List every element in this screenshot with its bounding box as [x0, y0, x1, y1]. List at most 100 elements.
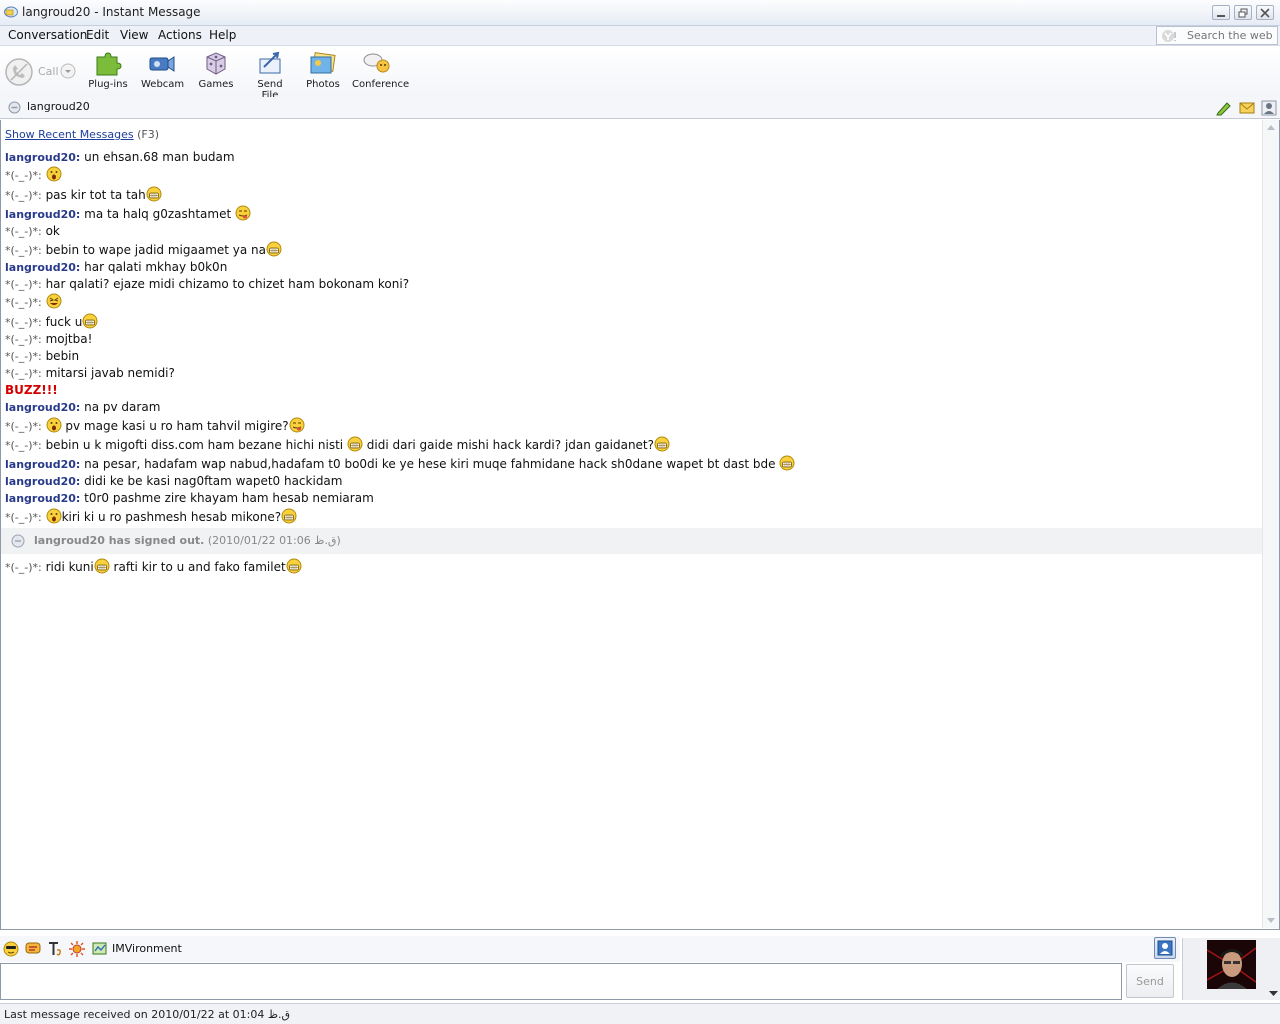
avatar[interactable] [1207, 940, 1256, 989]
message-text: fuck u [45, 315, 83, 329]
messenger-app-icon [4, 6, 18, 18]
imvironment-label[interactable]: IMVironment [112, 942, 182, 955]
title-bar: langroud20 - Instant Message [0, 0, 1280, 26]
message-input[interactable] [1, 964, 1121, 999]
message-text: ok [45, 224, 60, 238]
message-row: langroud20: har qalati mkhay b0k0n [5, 260, 227, 274]
conference-icon [363, 53, 390, 73]
message-row: langroud20: na pv daram [5, 400, 160, 414]
recent-messages-shortcut: (F3) [137, 128, 160, 141]
message-row: *(-_-)*: fuck u [5, 313, 98, 329]
minimize-button[interactable] [1212, 5, 1230, 20]
menu-bar: Conversation Edit View Actions Help [0, 26, 1280, 46]
plugins-button[interactable]: Plug-ins [88, 51, 128, 90]
message-text: har qalati? ejaze midi chizamo to chizet… [45, 277, 410, 291]
avatar-dropdown-icon[interactable] [1269, 991, 1278, 997]
status-bar: Last message received on 2010/01/22 at 0… [0, 1003, 1280, 1024]
menu-help[interactable]: Help [209, 28, 236, 42]
sender-them: langroud20: [5, 151, 81, 164]
imvironment-icon[interactable] [92, 941, 108, 957]
message-text: bebin [45, 349, 80, 363]
signout-notice: langroud20 has signed out. (2010/01/22 0… [1, 528, 1263, 554]
message-text: pv mage kasi u ro ham tahvil migire? [61, 419, 289, 433]
menu-conversation[interactable]: Conversation [8, 28, 87, 42]
scroll-up-icon[interactable] [1267, 124, 1275, 130]
sender-them: langroud20: [5, 492, 81, 505]
message-row: *(-_-)*: ridi kuni rafti kir to u and fa… [5, 558, 302, 574]
web-search-input[interactable] [1187, 28, 1275, 43]
mail-icon[interactable] [1238, 100, 1256, 116]
phone-icon[interactable] [4, 57, 34, 87]
message-row: *(-_-)*: [5, 293, 62, 309]
menu-actions[interactable]: Actions [158, 28, 202, 42]
tongue-emoticon-icon [235, 205, 251, 221]
conference-label: Conference [352, 79, 410, 90]
plugins-label: Plug-ins [88, 79, 128, 90]
games-button[interactable]: Games [196, 51, 236, 90]
surprised-emoticon-icon [46, 508, 62, 524]
message-text: pas kir tot ta tah [45, 188, 146, 202]
grin-emoticon-icon [779, 455, 795, 471]
sender-them: langroud20: [5, 261, 81, 274]
scroll-down-icon[interactable] [1267, 918, 1275, 924]
sender-me: *(-_-)*: [5, 561, 42, 574]
conference-button[interactable]: Conference [352, 51, 409, 90]
menu-view[interactable]: View [120, 28, 148, 42]
send-button[interactable]: Send [1126, 964, 1174, 998]
message-history[interactable]: Show Recent Messages (F3) langroud20: un… [0, 120, 1280, 930]
history-scrollbar[interactable] [1262, 120, 1279, 928]
contact-name[interactable]: langroud20 [27, 100, 90, 113]
webcam-label: Webcam [141, 79, 185, 90]
message-text: har qalati mkhay b0k0n [84, 260, 228, 274]
message-row: *(-_-)*: pv mage kasi u ro ham tahvil mi… [5, 417, 305, 433]
minimize-icon [1217, 15, 1225, 17]
sender-me: *(-_-)*: [5, 316, 42, 329]
show-recent-messages-link[interactable]: Show Recent Messages [5, 128, 134, 141]
webcam-icon [149, 56, 175, 72]
message-row: *(-_-)*: bebin to wape jadid migaamet ya… [5, 241, 282, 257]
display-image-panel [1182, 938, 1280, 1000]
webcam-button[interactable]: Webcam [141, 51, 185, 90]
cool-emoticon-icon[interactable] [3, 941, 19, 957]
sender-me: *(-_-)*: [5, 244, 42, 257]
recent-messages: Show Recent Messages (F3) [5, 128, 159, 141]
message-text: na pv daram [84, 400, 161, 414]
message-row: langroud20: un ehsan.68 man budam [5, 150, 235, 164]
sender-me: *(-_-)*: [5, 367, 42, 380]
contact-details-button[interactable] [1154, 937, 1176, 959]
message-input-box[interactable] [0, 963, 1122, 1000]
restore-button[interactable] [1234, 5, 1252, 20]
message-row: langroud20: ma ta halq g0zashtamet [5, 205, 251, 221]
window-title: langroud20 - Instant Message [22, 5, 201, 19]
message-row: langroud20: t0r0 pashme zire khayam ham … [5, 491, 374, 505]
grin-emoticon-icon [286, 558, 302, 574]
call-dropdown-icon[interactable] [60, 63, 76, 79]
message-text: un ehsan.68 man budam [84, 150, 235, 164]
surprised-emoticon-icon [46, 166, 62, 182]
web-search-box[interactable] [1156, 26, 1278, 45]
sender-me: *(-_-)*: [5, 333, 42, 346]
call-label[interactable]: Call [38, 65, 59, 78]
grin-emoticon-icon [281, 508, 297, 524]
tongue-emoticon-icon [289, 417, 305, 433]
pencil-icon[interactable] [1215, 100, 1233, 116]
sender-me: *(-_-)*: [5, 169, 42, 182]
menu-edit[interactable]: Edit [86, 28, 109, 42]
close-button[interactable] [1256, 5, 1274, 20]
sender-me: *(-_-)*: [5, 350, 42, 363]
sender-me: *(-_-)*: [5, 296, 42, 309]
games-label: Games [198, 79, 234, 90]
signout-text: langroud20 has signed out. (2010/01/22 0… [34, 534, 341, 547]
send-file-button[interactable]: Send File [248, 51, 292, 101]
offline-status-icon [8, 101, 21, 114]
sender-me: *(-_-)*: [5, 189, 42, 202]
sender-them: langroud20: [5, 208, 81, 221]
profile-icon[interactable] [1261, 100, 1277, 116]
photos-button[interactable]: Photos [303, 51, 343, 90]
message-row: *(-_-)*: ok [5, 224, 60, 238]
text-format-icon[interactable] [47, 941, 63, 957]
surprised-emoticon-icon [46, 417, 62, 433]
sun-icon[interactable] [69, 941, 85, 957]
audibles-icon[interactable] [25, 941, 41, 957]
message-text: mitarsi javab nemidi? [45, 366, 175, 380]
